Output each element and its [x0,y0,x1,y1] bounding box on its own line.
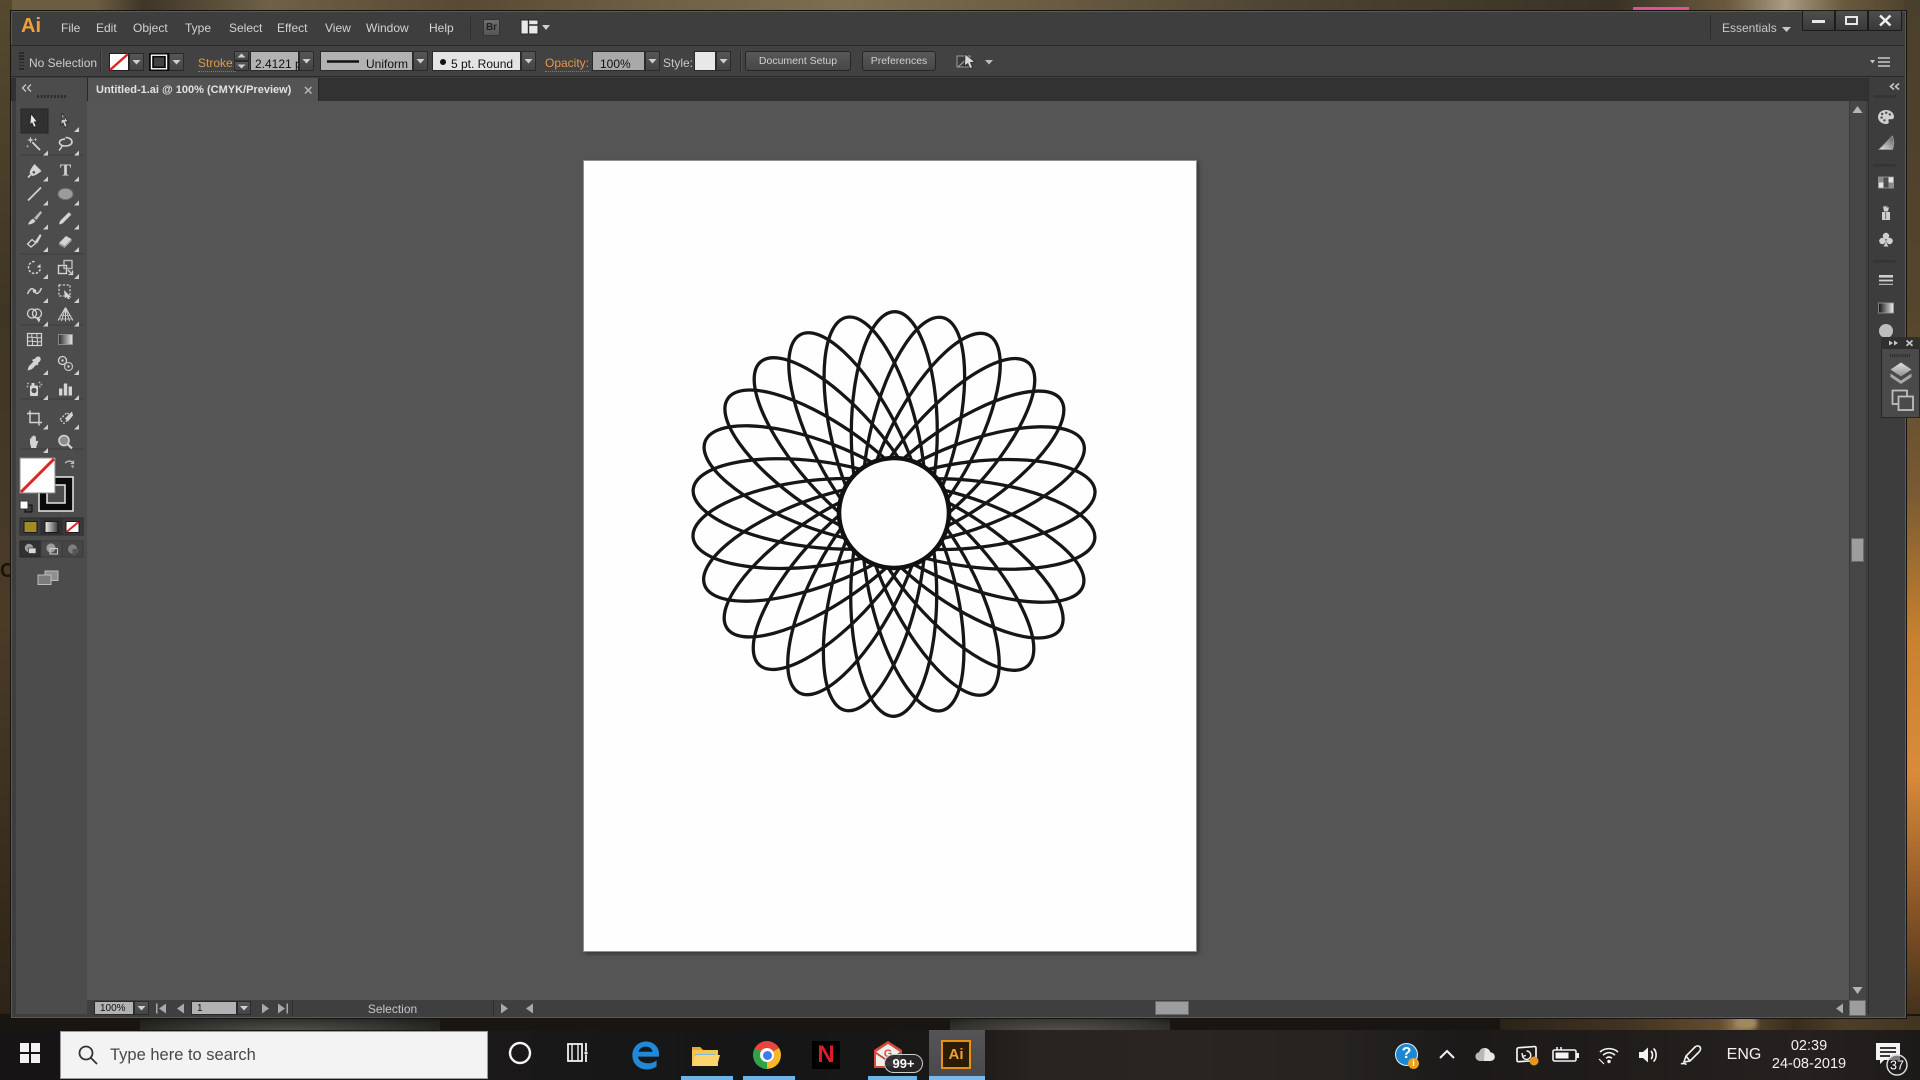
svg-text:37: 37 [1890,1059,1904,1073]
svg-text:T: T [60,161,72,180]
